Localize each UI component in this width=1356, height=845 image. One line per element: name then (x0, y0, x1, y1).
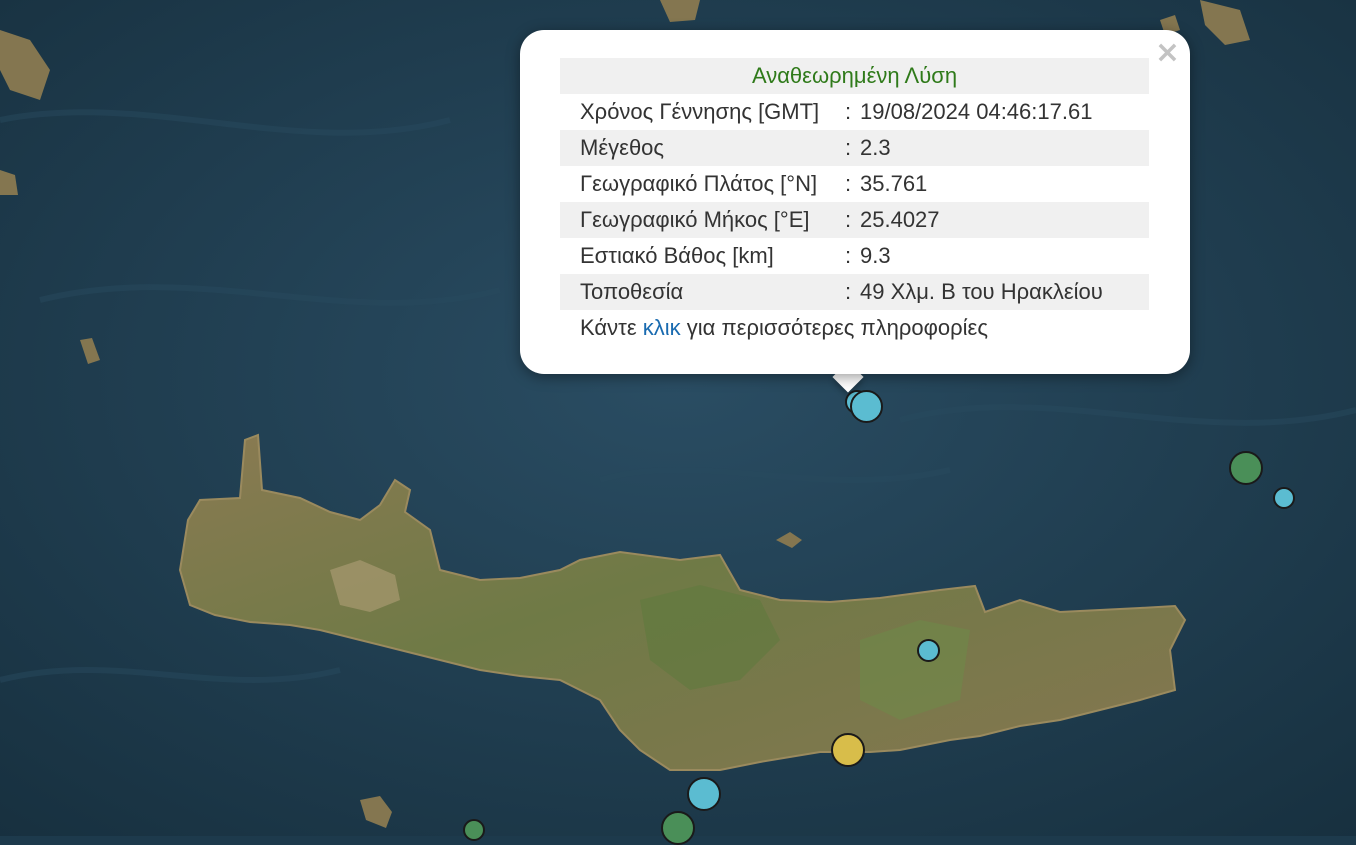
info-separator: : (845, 279, 852, 304)
info-row-longitude: Γεωγραφικό Μήκος [°E] : 25.4027 (560, 202, 1149, 238)
info-separator: : (845, 243, 852, 268)
more-info-link[interactable]: κλικ (643, 315, 681, 341)
info-value: 2.3 (860, 135, 891, 160)
more-info-suffix: για περισσότερες πληροφορίες (686, 315, 988, 340)
info-separator: : (845, 171, 852, 196)
earthquake-marker-east-green[interactable] (1229, 451, 1263, 485)
earthquake-marker-south-yellow[interactable] (831, 733, 865, 767)
info-label: Χρόνος Γέννησης [GMT] (580, 99, 820, 124)
info-label: Γεωγραφικό Μήκος [°E] (580, 207, 810, 232)
info-row-location: Τοποθεσία : 49 Χλμ. Β του Ηρακλείου (560, 274, 1149, 310)
info-value: 9.3 (860, 243, 891, 268)
earthquake-marker-southwest-green[interactable] (463, 819, 485, 841)
info-row-origin-time: Χρόνος Γέννησης [GMT] : 19/08/2024 04:46… (560, 94, 1149, 130)
more-info-row: Κάντε κλικ για περισσότερες πληροφορίες (560, 310, 1149, 346)
info-value: 49 Χλμ. Β του Ηρακλείου (860, 279, 1103, 304)
info-separator: : (845, 135, 852, 160)
earthquake-marker-selected[interactable] (850, 390, 883, 423)
info-row-depth: Εστιακό Βάθος [km] : 9.3 (560, 238, 1149, 274)
info-label: Γεωγραφικό Πλάτος [°N] (580, 171, 818, 196)
info-label: Εστιακό Βάθος [km] (580, 243, 774, 268)
earthquake-marker-crete-inland[interactable] (917, 639, 940, 662)
earthquake-marker-south-cyan[interactable] (687, 777, 721, 811)
earthquake-marker-east-cyan[interactable] (1273, 487, 1295, 509)
popup-title: Αναθεωρημένη Λύση (751, 63, 958, 88)
info-value: 35.761 (860, 171, 928, 196)
info-value: 25.4027 (860, 207, 940, 232)
info-label: Τοποθεσία (580, 279, 684, 304)
info-row-magnitude: Μέγεθος : 2.3 (560, 130, 1149, 166)
earthquake-info-popup: × Αναθεωρημένη Λύση Χρόνος Γέννησης [GMT… (520, 30, 1190, 374)
info-label: Μέγεθος (580, 135, 665, 160)
info-separator: : (845, 207, 852, 232)
info-row-latitude: Γεωγραφικό Πλάτος [°N] : 35.761 (560, 166, 1149, 202)
close-icon[interactable]: × (1155, 38, 1180, 68)
popup-content: Αναθεωρημένη Λύση Χρόνος Γέννησης [GMT] … (560, 58, 1149, 346)
more-info-prefix: Κάντε (580, 315, 637, 340)
popup-title-row: Αναθεωρημένη Λύση (560, 58, 1149, 94)
info-separator: : (845, 99, 852, 124)
info-value: 19/08/2024 04:46:17.61 (860, 99, 1093, 124)
earthquake-marker-south-green[interactable] (661, 811, 695, 845)
